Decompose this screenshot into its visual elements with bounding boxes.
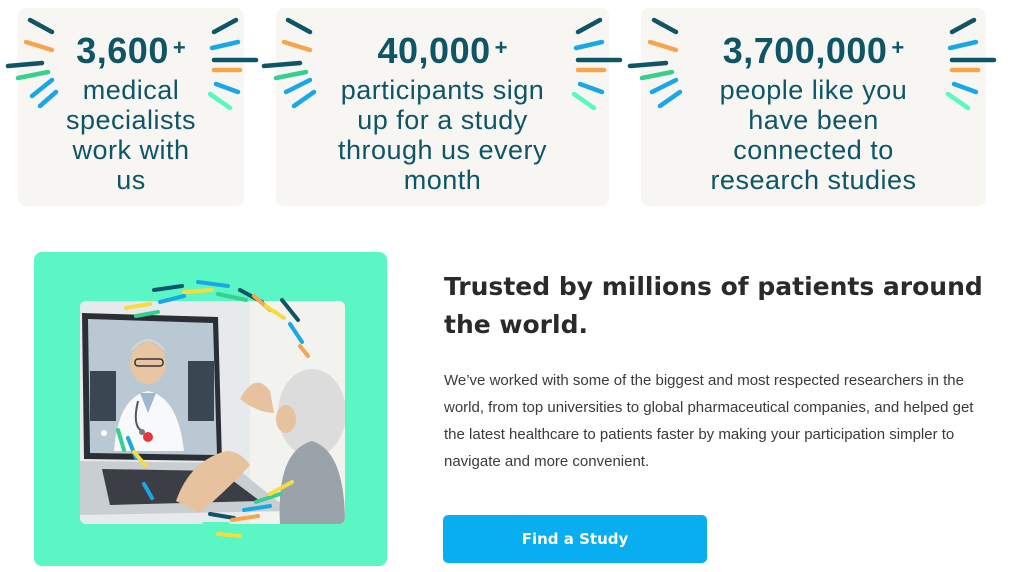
confetti-burst-icon (627, 17, 683, 109)
stat-plus: + (891, 35, 905, 60)
stat-description: people like you have been connected to r… (710, 75, 917, 195)
find-a-study-button[interactable]: Find a Study (443, 515, 707, 563)
stat-description: participants sign up for a study through… (337, 75, 548, 195)
section-headline: Trusted by millions of patients around t… (444, 272, 983, 339)
stat-card-people-connected: 3,700,000 + people like you have been con… (641, 8, 986, 206)
confetti-burst-icon (116, 280, 310, 538)
confetti-burst-icon (945, 17, 997, 111)
stat-number-row: 3,700,000 + (641, 33, 986, 69)
stat-number-row: 40,000 + (276, 33, 609, 69)
confetti-burst-icon (207, 17, 259, 111)
confetti-burst-icon (5, 17, 59, 109)
photo-frame (34, 252, 387, 566)
confetti-burst-icon (261, 17, 317, 109)
stat-plus: + (172, 35, 186, 60)
stat-card-participants: 40,000 + participants sign up for a study… (276, 8, 609, 206)
stat-number: 3,700,000 (722, 30, 888, 71)
stat-plus: + (494, 35, 508, 60)
confetti-burst-icon (571, 17, 623, 111)
section-body-text: We’ve worked with some of the biggest an… (444, 372, 974, 470)
stat-number: 3,600 (76, 30, 169, 71)
stat-number: 40,000 (377, 30, 491, 71)
